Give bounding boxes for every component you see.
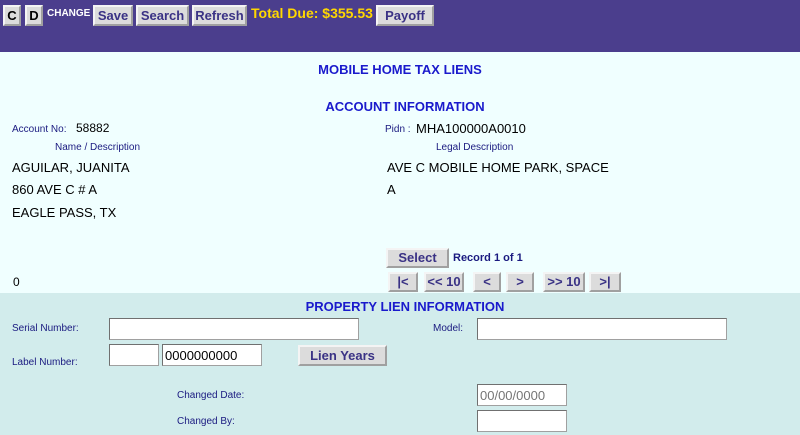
serial-number-input[interactable] <box>109 318 359 340</box>
record-indicator: Record 1 of 1 <box>453 252 523 264</box>
legal-description-line-1: AVE C MOBILE HOME PARK, SPACE <box>387 160 609 175</box>
changed-by-label: Changed By: <box>177 416 235 427</box>
label-number-label: Label Number: <box>12 357 78 368</box>
save-button[interactable]: Save <box>93 5 133 26</box>
legal-description-line-2: A <box>387 182 396 197</box>
changed-date-input[interactable] <box>477 384 567 406</box>
lien-years-button[interactable]: Lien Years <box>298 345 387 366</box>
refresh-button[interactable]: Refresh <box>192 5 247 26</box>
account-section-title: ACCOUNT INFORMATION <box>325 99 485 114</box>
forward-10-button[interactable]: >> 10 <box>543 272 585 292</box>
first-record-button[interactable]: |< <box>388 272 418 292</box>
owner-address: 860 AVE C # A <box>12 182 98 197</box>
previous-record-button[interactable]: < <box>473 272 501 292</box>
search-button[interactable]: Search <box>136 5 189 26</box>
total-due: Total Due: $355.53 <box>251 5 373 21</box>
c-button[interactable]: C <box>3 5 21 26</box>
d-button[interactable]: D <box>25 5 43 26</box>
pidn-value: MHA100000A0010 <box>416 121 526 136</box>
owner-city-state: EAGLE PASS, TX <box>12 205 117 220</box>
model-input[interactable] <box>477 318 727 340</box>
changed-date-label: Changed Date: <box>177 390 245 401</box>
last-record-button[interactable]: >| <box>589 272 621 292</box>
name-description-header: Name / Description <box>55 142 141 153</box>
lien-section-title: PROPERTY LIEN INFORMATION <box>305 299 505 314</box>
toolbar: C D CHANGE Save Search Refresh Total Due… <box>0 0 800 52</box>
model-label: Model: <box>433 323 464 334</box>
account-no-value: 58882 <box>76 121 110 135</box>
next-record-button[interactable]: > <box>506 272 534 292</box>
back-10-button[interactable]: << 10 <box>424 272 464 292</box>
label-number-input[interactable] <box>162 344 262 366</box>
changed-by-input[interactable] <box>477 410 567 432</box>
serial-number-label: Serial Number: <box>12 323 79 334</box>
owner-name: AGUILAR, JUANITA <box>12 160 130 175</box>
payoff-button[interactable]: Payoff <box>376 5 434 26</box>
record-count: 0 <box>13 275 20 289</box>
select-button[interactable]: Select <box>386 248 449 268</box>
change-mode-label: CHANGE <box>47 8 91 19</box>
legal-description-header: Legal Description <box>436 142 514 153</box>
pidn-label: Pidn : <box>385 124 411 135</box>
account-no-label: Account No: <box>12 124 67 135</box>
label-number-prefix-input[interactable] <box>109 344 159 366</box>
page-title: MOBILE HOME TAX LIENS <box>318 62 482 77</box>
property-lien-panel: PROPERTY LIEN INFORMATION Serial Number:… <box>0 293 800 435</box>
